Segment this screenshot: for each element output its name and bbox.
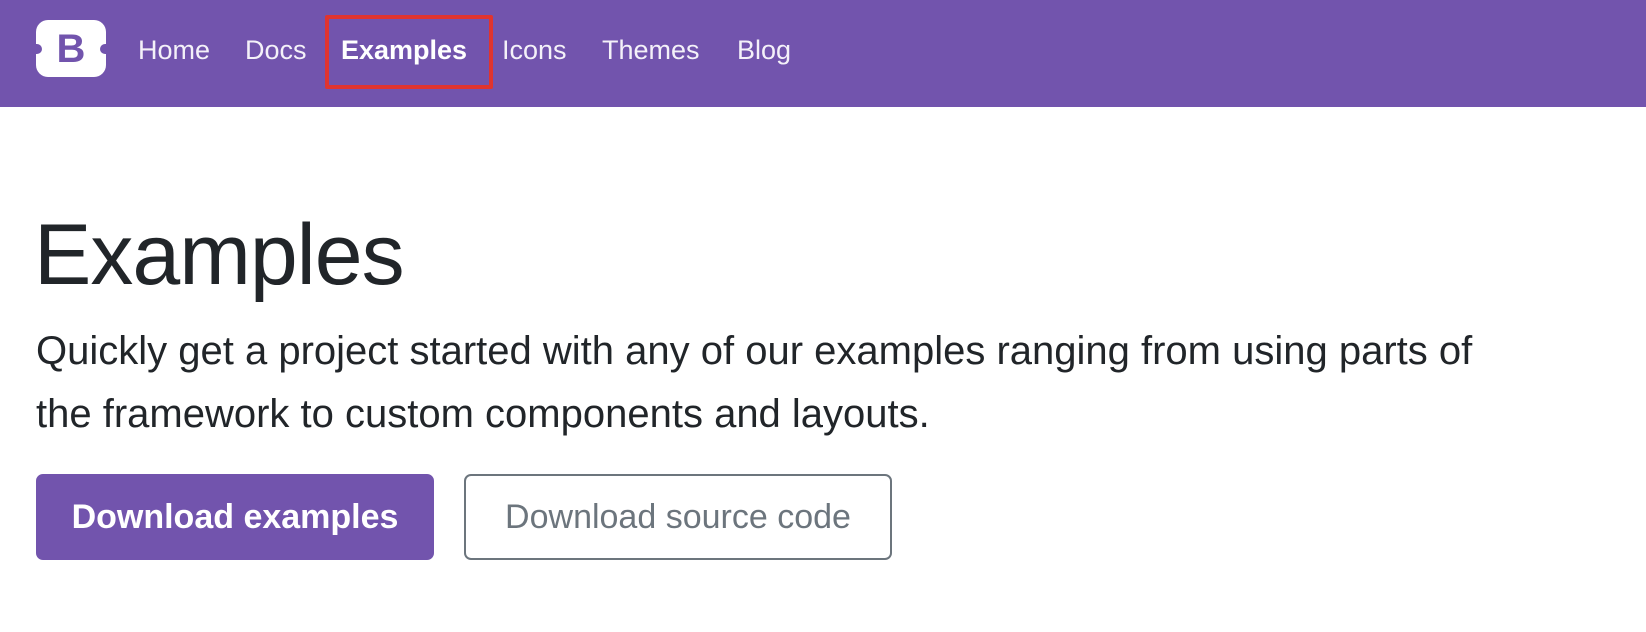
logo-notch-left bbox=[34, 44, 42, 54]
download-source-code-button[interactable]: Download source code bbox=[464, 474, 892, 560]
nav-link-blog[interactable]: Blog bbox=[737, 30, 791, 70]
nav-link-docs[interactable]: Docs bbox=[245, 30, 307, 70]
examples-highlight-box bbox=[325, 15, 493, 89]
lead-text: Quickly get a project started with any o… bbox=[36, 320, 1596, 446]
bootstrap-logo-icon[interactable]: B bbox=[34, 20, 108, 77]
top-navbar: B Home Docs Examples Icons Themes Blog bbox=[0, 0, 1646, 107]
lead-line-2: the framework to custom components and l… bbox=[36, 392, 930, 436]
nav-link-themes[interactable]: Themes bbox=[602, 30, 700, 70]
nav-link-home[interactable]: Home bbox=[138, 30, 210, 70]
logo-notch-right bbox=[100, 44, 108, 54]
nav-link-icons[interactable]: Icons bbox=[502, 30, 567, 70]
lead-line-1: Quickly get a project started with any o… bbox=[36, 329, 1473, 373]
logo-letter: B bbox=[56, 26, 86, 71]
page-title: Examples bbox=[34, 207, 405, 303]
download-examples-button[interactable]: Download examples bbox=[36, 474, 434, 560]
